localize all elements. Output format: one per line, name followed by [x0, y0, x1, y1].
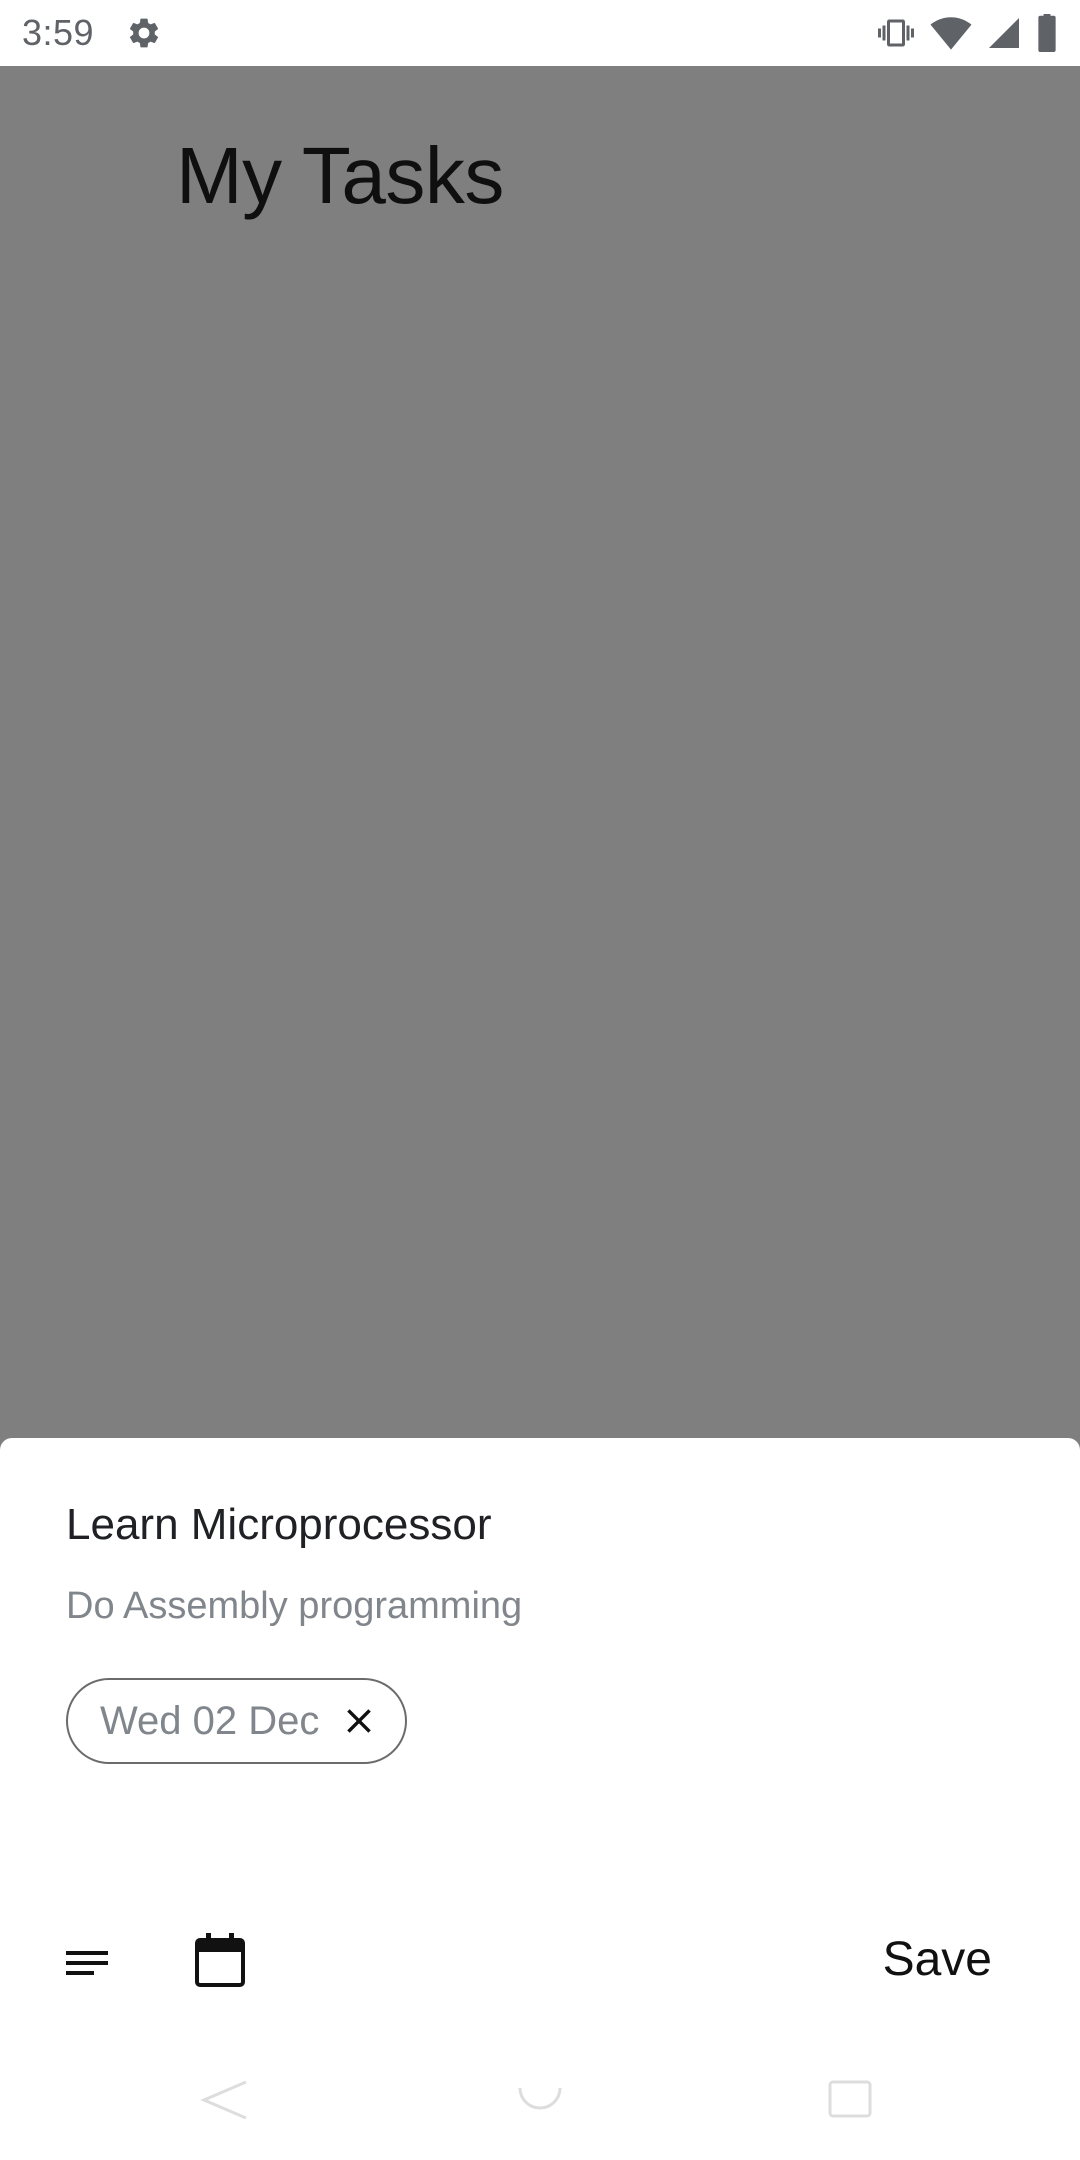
back-icon[interactable]: [200, 2080, 250, 2125]
background-scrim[interactable]: [0, 66, 1080, 1440]
battery-icon: [1036, 14, 1058, 52]
navigation-bar: [0, 2060, 1080, 2160]
page-title: My Tasks: [176, 131, 504, 220]
home-icon[interactable]: [516, 2080, 564, 2125]
save-button[interactable]: Save: [883, 1932, 992, 1987]
new-task-sheet: Wed 02 Dec Save: [0, 1438, 1080, 2160]
recents-icon[interactable]: [826, 2080, 874, 2125]
short-text-icon[interactable]: [62, 1938, 112, 1988]
due-date-label: Wed 02 Dec: [100, 1698, 320, 1743]
vibrate-icon: [876, 15, 916, 51]
close-icon[interactable]: [341, 1703, 377, 1739]
task-details-input[interactable]: [66, 1585, 966, 1628]
wifi-icon: [930, 15, 972, 51]
status-bar: 3:59: [0, 0, 1080, 66]
sheet-toolbar: Save: [0, 1914, 1080, 2010]
status-time: 3:59: [22, 12, 95, 53]
due-date-chip[interactable]: Wed 02 Dec: [66, 1678, 408, 1764]
settings-icon: [124, 13, 164, 53]
task-title-input[interactable]: [66, 1500, 966, 1550]
status-icons: [876, 14, 1058, 52]
signal-icon: [986, 15, 1022, 51]
calendar-icon[interactable]: [192, 1930, 248, 1990]
